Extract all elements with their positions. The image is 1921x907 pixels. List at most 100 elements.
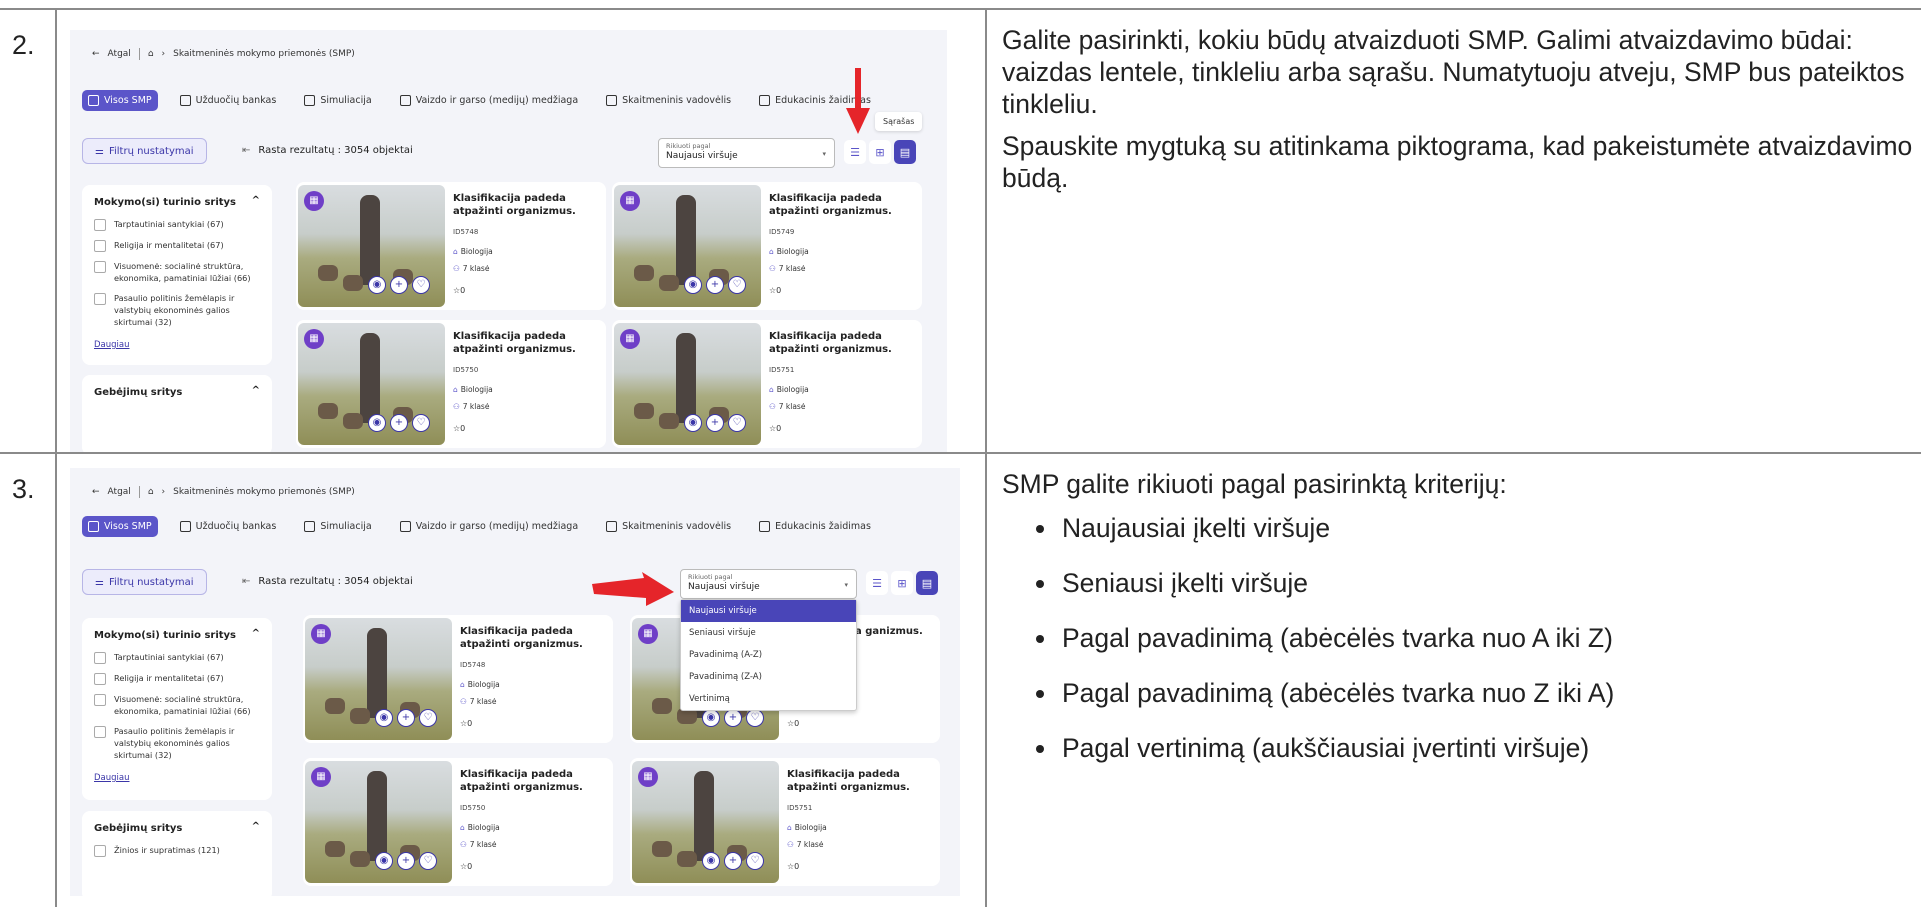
collapse-icon[interactable]: ⇤ bbox=[242, 145, 250, 156]
grid-view-button[interactable]: ⊞ bbox=[869, 140, 891, 164]
card-title[interactable]: Klasifikacija padeda atpažinti organizmu… bbox=[787, 768, 932, 794]
heart-icon[interactable]: ♡ bbox=[412, 414, 430, 432]
card-title[interactable]: Klasifikacija padeda atpažinti organizmu… bbox=[453, 192, 598, 218]
more-link[interactable]: Daugiau bbox=[82, 332, 272, 358]
card-title[interactable]: Klasifikacija padeda atpažinti organizmu… bbox=[769, 192, 914, 218]
heart-icon[interactable]: ♡ bbox=[419, 852, 437, 870]
heart-icon[interactable]: ♡ bbox=[746, 709, 764, 727]
tab-task-bank[interactable]: Užduočių bankas bbox=[174, 516, 283, 537]
more-link[interactable]: Daugiau bbox=[82, 765, 272, 791]
checkbox[interactable] bbox=[94, 293, 106, 305]
card-title[interactable]: Klasifikacija padeda atpažinti organizmu… bbox=[460, 768, 605, 794]
table-view-button[interactable]: ☰ bbox=[866, 571, 888, 595]
tab-all-smp[interactable]: Visos SMP bbox=[82, 90, 158, 111]
tab-task-bank[interactable]: Užduočių bankas bbox=[174, 90, 283, 111]
resource-card[interactable]: ▦ ◉ + ♡ Klasifikacija padeda atpažinti org… bbox=[630, 758, 940, 886]
list-view-button[interactable]: ▤ bbox=[894, 140, 916, 164]
chevron-up-icon[interactable]: ^ bbox=[252, 628, 260, 639]
card-title[interactable]: Klasifikacija padeda atpažinti organizmu… bbox=[453, 330, 598, 356]
filter-option[interactable]: Pasaulio politinis žemėlapis ir valstybi… bbox=[82, 721, 272, 765]
filter-option[interactable]: Religija ir mentalitetai (67) bbox=[82, 235, 272, 256]
resource-card[interactable]: ▦ ◉ + ♡ Klasifikacija padeda atpažinti org… bbox=[303, 758, 613, 886]
checkbox[interactable] bbox=[94, 694, 106, 706]
tab-educational-game[interactable]: Edukacinis žaidimas bbox=[753, 516, 877, 537]
back-arrow-icon[interactable]: ← bbox=[92, 49, 100, 59]
heart-icon[interactable]: ♡ bbox=[728, 276, 746, 294]
heart-icon[interactable]: ♡ bbox=[746, 852, 764, 870]
chevron-up-icon[interactable]: ^ bbox=[252, 821, 260, 832]
sort-option-oldest[interactable]: Seniausi viršuje bbox=[681, 622, 856, 644]
filter-option[interactable]: Žinios ir supratimas (121) bbox=[82, 840, 272, 861]
add-icon[interactable]: + bbox=[397, 709, 415, 727]
checkbox[interactable] bbox=[94, 726, 106, 738]
preview-icon[interactable]: ◉ bbox=[684, 414, 702, 432]
checkbox[interactable] bbox=[94, 673, 106, 685]
filter-option[interactable]: Tarptautiniai santykiai (67) bbox=[82, 214, 272, 235]
checkbox[interactable] bbox=[94, 652, 106, 664]
grid-view-button[interactable]: ⊞ bbox=[891, 571, 913, 595]
checkbox[interactable] bbox=[94, 261, 106, 273]
add-icon[interactable]: + bbox=[706, 276, 724, 294]
add-icon[interactable]: + bbox=[397, 852, 415, 870]
resource-card[interactable]: ▦ ◉ + ♡ Klasifikacija padeda atpažinti org… bbox=[612, 320, 922, 448]
sort-select[interactable]: Rikiuoti pagal Naujausi viršuje ▾ bbox=[658, 138, 835, 168]
tab-media[interactable]: Vaizdo ir garso (medijų) medžiaga bbox=[394, 516, 584, 537]
checkbox[interactable] bbox=[94, 240, 106, 252]
tab-media[interactable]: Vaizdo ir garso (medijų) medžiaga bbox=[394, 90, 584, 111]
resource-card[interactable]: ▦ ◉ + ♡ Klasifikacija padeda atpažinti org… bbox=[296, 182, 606, 310]
table-view-button[interactable]: ☰ bbox=[844, 140, 866, 164]
chevron-up-icon[interactable]: ^ bbox=[252, 385, 260, 396]
sidebar-section-heading[interactable]: Mokymo(si) turinio sritys ^ bbox=[82, 618, 272, 647]
sidebar-section-heading[interactable]: Gebėjimų sritys ^ bbox=[82, 811, 272, 840]
preview-icon[interactable]: ◉ bbox=[375, 852, 393, 870]
sort-option-name-az[interactable]: Pavadinimą (A-Z) bbox=[681, 644, 856, 666]
resource-card[interactable]: ▦ ◉ + ♡ Klasifikacija padeda atpažinti org… bbox=[303, 615, 613, 743]
collapse-icon[interactable]: ⇤ bbox=[242, 576, 250, 587]
home-icon[interactable]: ⌂ bbox=[148, 487, 154, 497]
resource-card[interactable]: ▦ ◉ + ♡ Klasifikacija padeda atpažinti org… bbox=[296, 320, 606, 448]
sort-option-newest[interactable]: Naujausi viršuje bbox=[681, 600, 856, 622]
sort-select[interactable]: Rikiuoti pagal Naujausi viršuje ▾ bbox=[680, 569, 857, 599]
filter-option[interactable]: Visuomenė: socialinė struktūra, ekonomik… bbox=[82, 689, 272, 721]
preview-icon[interactable]: ◉ bbox=[368, 414, 386, 432]
preview-icon[interactable]: ◉ bbox=[684, 276, 702, 294]
preview-icon[interactable]: ◉ bbox=[375, 709, 393, 727]
filter-option[interactable]: Pasaulio politinis žemėlapis ir valstybi… bbox=[82, 288, 272, 332]
filter-option[interactable]: Tarptautiniai santykiai (67) bbox=[82, 647, 272, 668]
heart-icon[interactable]: ♡ bbox=[728, 414, 746, 432]
preview-icon[interactable]: ◉ bbox=[702, 852, 720, 870]
tab-simulation[interactable]: Simuliacija bbox=[298, 90, 377, 111]
resource-card[interactable]: ▦ ◉ + ♡ Klasifikacija padeda atpažinti org… bbox=[612, 182, 922, 310]
preview-icon[interactable]: ◉ bbox=[702, 709, 720, 727]
add-icon[interactable]: + bbox=[390, 414, 408, 432]
sort-option-name-za[interactable]: Pavadinimą (Z-A) bbox=[681, 666, 856, 688]
filter-option[interactable]: Visuomenė: socialinė struktūra, ekonomik… bbox=[82, 256, 272, 288]
back-link[interactable]: Atgal bbox=[108, 487, 131, 497]
sidebar-section-heading[interactable]: Mokymo(si) turinio sritys ^ bbox=[82, 185, 272, 214]
chevron-up-icon[interactable]: ^ bbox=[252, 195, 260, 206]
filter-settings-button[interactable]: ⚌ Filtrų nustatymai bbox=[82, 569, 207, 595]
add-icon[interactable]: + bbox=[724, 709, 742, 727]
home-icon[interactable]: ⌂ bbox=[148, 49, 154, 59]
checkbox[interactable] bbox=[94, 219, 106, 231]
card-title[interactable]: Klasifikacija padeda atpažinti organizmu… bbox=[460, 625, 605, 651]
filter-settings-button[interactable]: ⚌ Filtrų nustatymai bbox=[82, 138, 207, 164]
preview-icon[interactable]: ◉ bbox=[368, 276, 386, 294]
back-link[interactable]: Atgal bbox=[108, 49, 131, 59]
sort-option-rating[interactable]: Vertinimą bbox=[681, 688, 856, 710]
checkbox[interactable] bbox=[94, 845, 106, 857]
add-icon[interactable]: + bbox=[390, 276, 408, 294]
tab-simulation[interactable]: Simuliacija bbox=[298, 516, 377, 537]
heart-icon[interactable]: ♡ bbox=[419, 709, 437, 727]
tab-digital-textbook[interactable]: Skaitmeninis vadovėlis bbox=[600, 516, 737, 537]
tab-digital-textbook[interactable]: Skaitmeninis vadovėlis bbox=[600, 90, 737, 111]
tab-all-smp[interactable]: Visos SMP bbox=[82, 516, 158, 537]
heart-icon[interactable]: ♡ bbox=[412, 276, 430, 294]
list-view-button[interactable]: ▤ bbox=[916, 571, 938, 595]
card-title[interactable]: Klasifikacija padeda atpažinti organizmu… bbox=[769, 330, 914, 356]
sidebar-section-heading[interactable]: Gebėjimų sritys ^ bbox=[82, 375, 272, 404]
add-icon[interactable]: + bbox=[724, 852, 742, 870]
filter-option[interactable]: Religija ir mentalitetai (67) bbox=[82, 668, 272, 689]
add-icon[interactable]: + bbox=[706, 414, 724, 432]
back-arrow-icon[interactable]: ← bbox=[92, 487, 100, 497]
